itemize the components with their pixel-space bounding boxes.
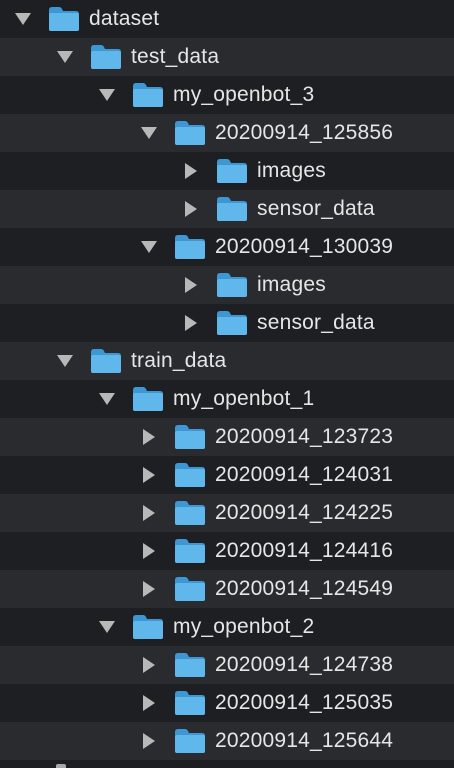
folder-icon bbox=[48, 6, 80, 32]
tree-row[interactable]: 20200914_124549 bbox=[0, 570, 454, 608]
tree-row[interactable]: dataset bbox=[0, 0, 454, 38]
tree-row-label: test_data bbox=[131, 45, 220, 68]
tree-row-label: train_data bbox=[131, 349, 227, 372]
disclosure-triangle-collapsed-icon[interactable] bbox=[180, 198, 202, 220]
tree-row[interactable]: images bbox=[0, 266, 454, 304]
tree-row-label: 20200914_125856 bbox=[215, 121, 394, 144]
disclosure-triangle-collapsed-icon[interactable] bbox=[138, 692, 160, 714]
tree-row-label: sensor_data bbox=[257, 197, 375, 220]
tree-row[interactable]: 20200914_130039 bbox=[0, 228, 454, 266]
tree-row-label: 20200914_124416 bbox=[215, 539, 394, 562]
tree-row-label: dataset bbox=[89, 7, 160, 30]
folder-icon bbox=[216, 196, 248, 222]
tree-row-label: my_openbot_1 bbox=[173, 387, 315, 410]
tree-row[interactable]: sensor_data bbox=[0, 190, 454, 228]
tree-row-label: 20200914_124031 bbox=[215, 463, 394, 486]
tree-row-label: sensor_data bbox=[257, 311, 375, 334]
folder-icon bbox=[174, 462, 206, 488]
tree-row[interactable]: my_openbot_2 bbox=[0, 608, 454, 646]
tree-row-label: 20200914_125035 bbox=[215, 691, 394, 714]
file-tree: dataset test_data my_openbot_3 20200914_125… bbox=[0, 0, 454, 768]
tree-row[interactable]: sensor_data bbox=[0, 304, 454, 342]
tree-row[interactable]: my_openbot_1 bbox=[0, 380, 454, 418]
disclosure-triangle-collapsed-icon[interactable] bbox=[138, 502, 160, 524]
folder-icon bbox=[132, 386, 164, 412]
tree-row[interactable]: 20200914_124416 bbox=[0, 532, 454, 570]
tree-row[interactable]: 20200914_124031 bbox=[0, 456, 454, 494]
folder-icon bbox=[174, 728, 206, 754]
tree-row-label: 20200914_124738 bbox=[215, 653, 394, 676]
disclosure-triangle-expanded-icon[interactable] bbox=[138, 122, 160, 144]
tree-row[interactable]: test_data bbox=[0, 38, 454, 76]
disclosure-triangle-collapsed-icon[interactable] bbox=[138, 578, 160, 600]
disclosure-triangle-collapsed-icon[interactable] bbox=[180, 274, 202, 296]
tree-row-label: images bbox=[257, 273, 326, 296]
disclosure-triangle-collapsed-icon[interactable] bbox=[138, 730, 160, 752]
tree-row[interactable]: 20200914_124225 bbox=[0, 494, 454, 532]
folder-icon bbox=[90, 348, 122, 374]
folder-icon bbox=[174, 690, 206, 716]
tree-row[interactable]: images bbox=[0, 152, 454, 190]
disclosure-triangle-collapsed-icon[interactable] bbox=[138, 540, 160, 562]
tree-row-label: images bbox=[257, 159, 326, 182]
folder-icon bbox=[174, 424, 206, 450]
folder-icon bbox=[216, 272, 248, 298]
folder-icon bbox=[132, 82, 164, 108]
tree-row[interactable]: 20200914_123723 bbox=[0, 418, 454, 456]
disclosure-triangle-expanded-icon[interactable] bbox=[138, 236, 160, 258]
disclosure-triangle-collapsed-icon[interactable] bbox=[138, 464, 160, 486]
tree-row[interactable]: 20200914_125644 bbox=[0, 722, 454, 760]
partial-disclosure-triangle-icon bbox=[56, 764, 66, 768]
tree-row-label: 20200914_124225 bbox=[215, 501, 394, 524]
folder-icon bbox=[174, 538, 206, 564]
folder-icon bbox=[216, 310, 248, 336]
folder-icon bbox=[174, 500, 206, 526]
tree-row-label: 20200914_130039 bbox=[215, 235, 394, 258]
disclosure-triangle-expanded-icon[interactable] bbox=[96, 388, 118, 410]
folder-icon bbox=[174, 234, 206, 260]
tree-row-label: my_openbot_3 bbox=[173, 83, 315, 106]
disclosure-triangle-expanded-icon[interactable] bbox=[96, 84, 118, 106]
disclosure-triangle-expanded-icon[interactable] bbox=[96, 616, 118, 638]
folder-icon bbox=[132, 614, 164, 640]
disclosure-triangle-collapsed-icon[interactable] bbox=[138, 426, 160, 448]
folder-icon bbox=[174, 120, 206, 146]
tree-row[interactable]: 20200914_125035 bbox=[0, 684, 454, 722]
folder-icon bbox=[174, 576, 206, 602]
tree-row[interactable]: 20200914_124738 bbox=[0, 646, 454, 684]
disclosure-triangle-collapsed-icon[interactable] bbox=[180, 160, 202, 182]
disclosure-triangle-expanded-icon[interactable] bbox=[12, 8, 34, 30]
tree-row-label: 20200914_123723 bbox=[215, 425, 394, 448]
tree-row[interactable]: my_openbot_3 bbox=[0, 76, 454, 114]
tree-row-label: 20200914_124549 bbox=[215, 577, 394, 600]
folder-icon bbox=[174, 652, 206, 678]
disclosure-triangle-expanded-icon[interactable] bbox=[54, 350, 76, 372]
disclosure-triangle-collapsed-icon[interactable] bbox=[138, 654, 160, 676]
tree-row-label: my_openbot_2 bbox=[173, 615, 315, 638]
tree-row-label: 20200914_125644 bbox=[215, 729, 394, 752]
folder-icon bbox=[216, 158, 248, 184]
disclosure-triangle-collapsed-icon[interactable] bbox=[180, 312, 202, 334]
folder-icon bbox=[90, 44, 122, 70]
disclosure-triangle-expanded-icon[interactable] bbox=[54, 46, 76, 68]
tree-row[interactable]: train_data bbox=[0, 342, 454, 380]
tree-row[interactable]: 20200914_125856 bbox=[0, 114, 454, 152]
